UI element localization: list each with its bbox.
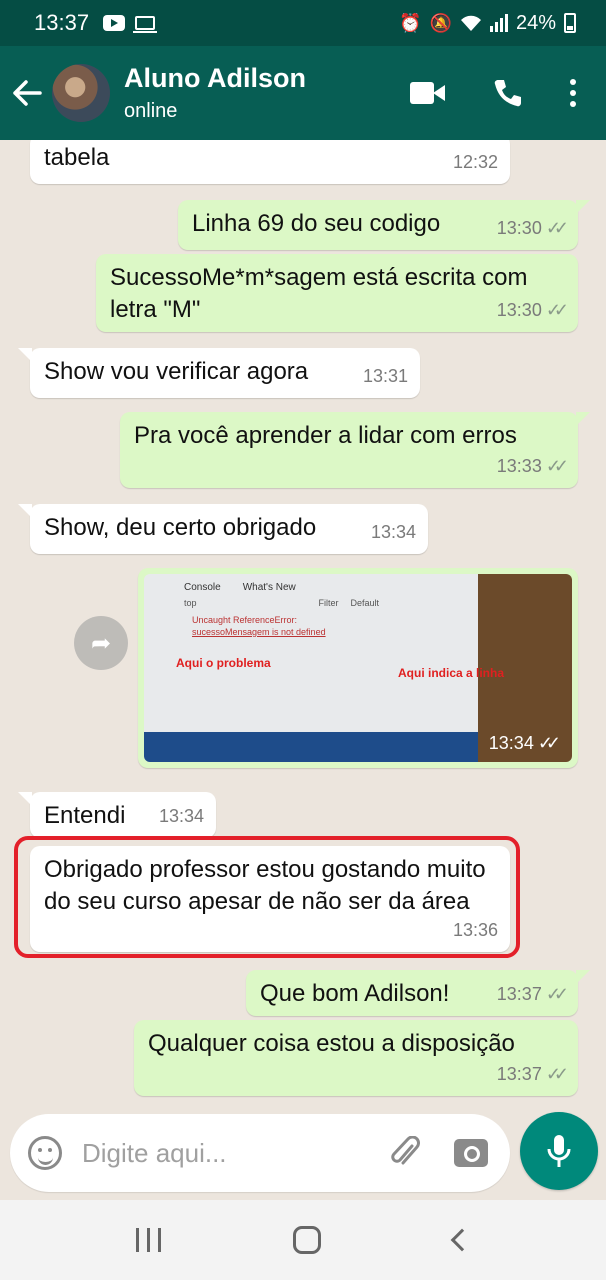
- image-text: Default: [350, 598, 380, 608]
- read-ticks-icon: ✓✓: [545, 218, 569, 238]
- signal-icon: [489, 14, 508, 32]
- message-input-container[interactable]: Digite aqui...: [10, 1114, 510, 1192]
- message-time: 13:31: [362, 366, 408, 386]
- wifi-icon: [460, 15, 481, 31]
- message-bubble[interactable]: Que bom Adilson! 13:37 ✓✓: [246, 970, 590, 1016]
- mute-icon: 🔕: [429, 12, 452, 33]
- read-ticks-icon: ✓✓: [545, 984, 569, 1004]
- monitor-icon: [133, 16, 158, 33]
- message-bubble[interactable]: Pra você aprender a lidar com erros 13:3…: [120, 412, 590, 488]
- message-time: 12:32: [452, 152, 498, 172]
- phone-icon[interactable]: [492, 77, 524, 109]
- status-bar: 13:37 ⏰ 🔕 24%: [0, 0, 606, 46]
- message-time: 13:33: [496, 456, 542, 476]
- battery-icon: [564, 13, 576, 33]
- video-call-icon[interactable]: [410, 82, 446, 104]
- message-bubble[interactable]: tabela 12:32: [30, 140, 510, 184]
- message-text: SucessoMe*m*sagem está escrita com letra…: [110, 264, 528, 323]
- alarm-icon: ⏰: [399, 12, 422, 33]
- image-text: Console: [184, 582, 221, 593]
- message-bubble[interactable]: SucessoMe*m*sagem está escrita com letra…: [96, 254, 578, 332]
- battery-percent: 24%: [515, 11, 556, 34]
- image-text: sucessoMensagem is not defined: [192, 627, 326, 637]
- forward-icon: ➦: [90, 629, 112, 657]
- message-time: 13:30: [496, 218, 542, 238]
- youtube-icon: [103, 15, 126, 31]
- read-ticks-icon: ✓✓: [545, 1064, 569, 1084]
- image-text: top: [184, 598, 197, 608]
- message-time: 13:34: [370, 522, 416, 542]
- message-bubble[interactable]: Entendi 13:34: [18, 792, 216, 838]
- read-ticks-icon: ✓✓: [545, 456, 569, 476]
- image-text: What's New: [242, 582, 296, 593]
- system-nav-bar: [0, 1200, 606, 1280]
- message-bubble[interactable]: Show, deu certo obrigado 13:34: [18, 504, 428, 554]
- message-text: Entendi: [44, 802, 126, 829]
- back-arrow-icon: [13, 80, 42, 106]
- mic-icon: [547, 1135, 571, 1167]
- contact-info[interactable]: Aluno Adilson online: [124, 63, 306, 123]
- back-button[interactable]: [4, 63, 50, 123]
- message-input[interactable]: Digite aqui...: [82, 1138, 390, 1169]
- message-text: Qualquer coisa estou a disposição: [148, 1030, 515, 1057]
- message-list[interactable]: tabela 12:32 Linha 69 do seu codigo 13:3…: [0, 140, 606, 1110]
- home-icon[interactable]: [293, 1226, 322, 1254]
- message-text: Show vou verificar agora: [44, 358, 309, 385]
- image-thumbnail[interactable]: Console What's New top Filter Default Un…: [144, 574, 572, 762]
- message-text: Linha 69 do seu codigo: [192, 210, 441, 237]
- message-time: 13:30: [496, 300, 542, 320]
- message-bubble[interactable]: Qualquer coisa estou a disposição 13:37 ✓…: [134, 1020, 578, 1096]
- read-ticks-icon: ✓✓: [545, 300, 569, 320]
- attach-icon[interactable]: [390, 1136, 420, 1170]
- compose-bar: Digite aqui...: [0, 1110, 606, 1200]
- message-time: 13:37: [496, 984, 542, 1004]
- read-ticks-icon: ✓✓: [537, 733, 561, 753]
- image-annotation: Aqui indica a linha: [398, 666, 505, 680]
- image-annotation: Aqui o problema: [176, 656, 271, 670]
- message-text: tabela: [44, 144, 110, 171]
- message-text: Show, deu certo obrigado: [44, 514, 317, 541]
- image-message[interactable]: Console What's New top Filter Default Un…: [138, 568, 578, 768]
- message-time: 13:34: [158, 806, 204, 826]
- highlight-box: [14, 836, 520, 958]
- forward-button[interactable]: ➦: [74, 616, 128, 670]
- contact-status: online: [124, 100, 178, 122]
- mic-button[interactable]: [520, 1112, 598, 1190]
- chat-header: Aluno Adilson online: [0, 46, 606, 140]
- emoji-icon[interactable]: [28, 1136, 62, 1170]
- contact-name: Aluno Adilson: [124, 63, 306, 93]
- image-taskbar: [144, 732, 478, 762]
- status-time: 13:37: [34, 10, 90, 35]
- message-text: Que bom Adilson!: [260, 980, 450, 1007]
- recent-apps-icon[interactable]: [136, 1228, 162, 1252]
- message-time: 13:37: [496, 1064, 542, 1084]
- message-time: 13:34: [488, 733, 534, 753]
- camera-icon[interactable]: [454, 1139, 488, 1167]
- back-icon[interactable]: [450, 1228, 474, 1252]
- image-text: Filter: [318, 598, 339, 608]
- image-text: Uncaught ReferenceError:: [192, 615, 298, 625]
- message-bubble[interactable]: Linha 69 do seu codigo 13:30 ✓✓: [178, 200, 590, 250]
- more-options-icon[interactable]: [570, 79, 576, 107]
- contact-avatar[interactable]: [52, 64, 110, 122]
- message-text: Pra você aprender a lidar com erros: [134, 422, 517, 449]
- message-bubble[interactable]: Show vou verificar agora 13:31: [18, 348, 420, 398]
